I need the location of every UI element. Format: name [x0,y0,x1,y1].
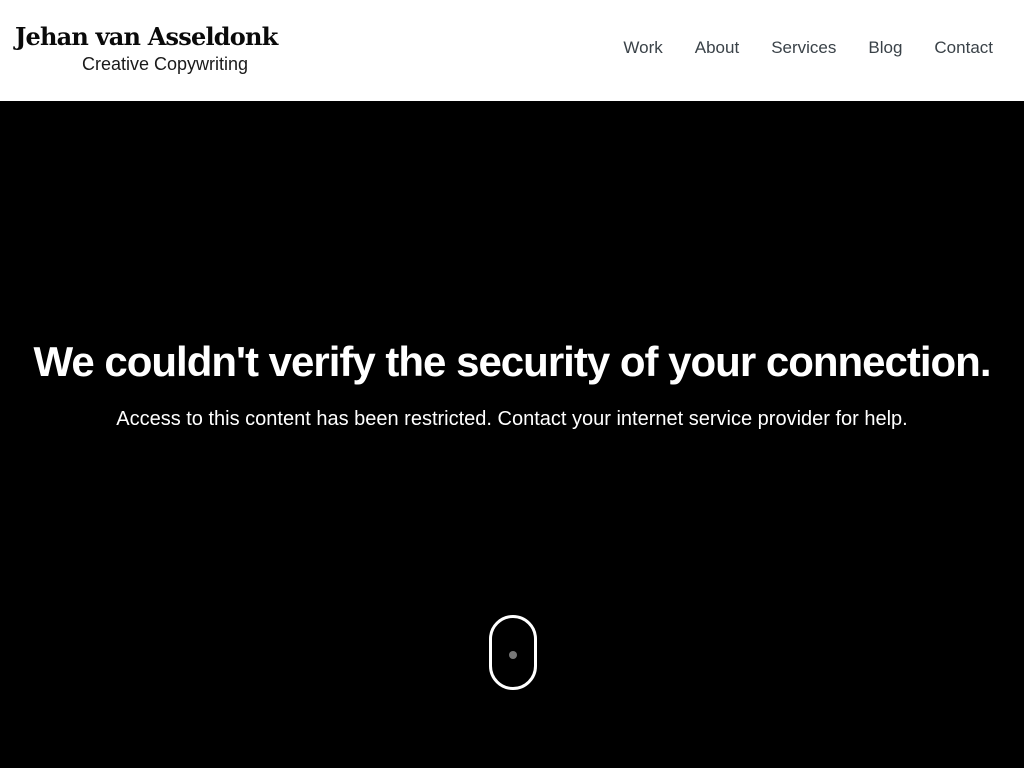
nav-item-work[interactable]: Work [623,38,662,58]
hero-title: We couldn't verify the security of your … [33,338,991,385]
nav-item-blog[interactable]: Blog [868,38,902,58]
brand-name: Jehan van Asseldonk [15,22,278,51]
hero-subtitle: Access to this content has been restrict… [116,408,908,430]
brand-tagline: Creative Copywriting [82,54,249,74]
mouse-scroll-icon[interactable] [489,615,537,690]
main-nav: Work About Services Blog Contact [623,38,993,58]
scroll-dot [509,651,517,659]
brand-logo-link[interactable]: Jehan van Asseldonk Creative Copywriting [15,22,278,75]
hero-section: We couldn't verify the security of your … [0,101,1024,768]
site-header: Jehan van Asseldonk Creative Copywriting… [0,0,1024,101]
nav-item-services[interactable]: Services [771,38,836,58]
nav-item-about[interactable]: About [695,38,739,58]
nav-item-contact[interactable]: Contact [934,38,993,58]
